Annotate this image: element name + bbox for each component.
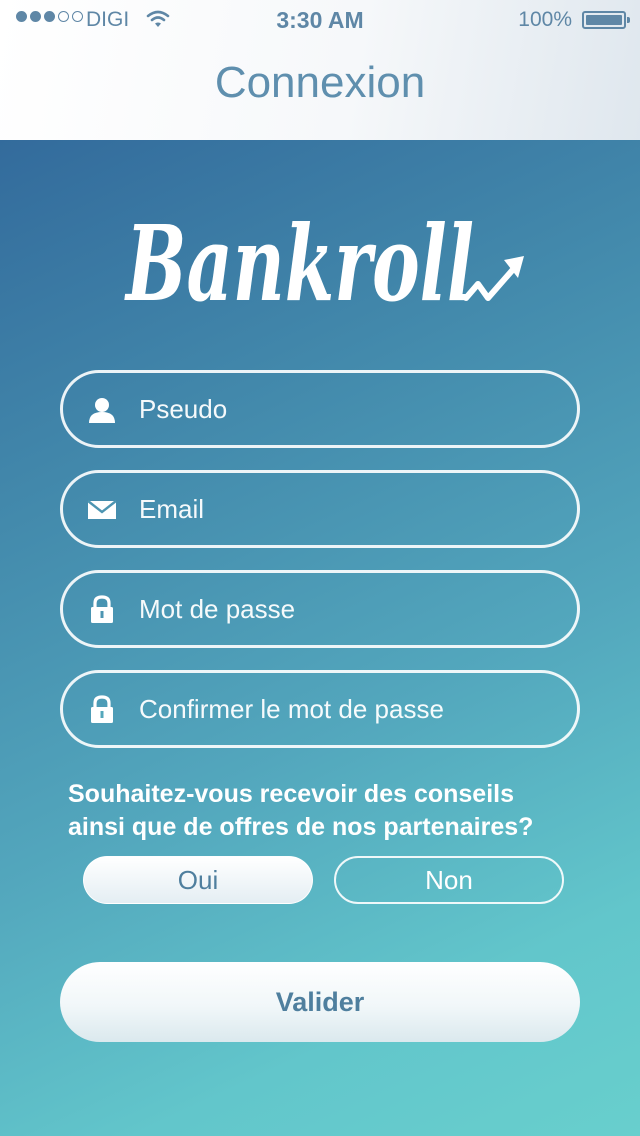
yes-option-button[interactable]: Oui <box>83 856 313 904</box>
status-bar: DIGI 3:30 AM 100% <box>0 0 640 40</box>
header-bar: DIGI 3:30 AM 100% Connexion <box>0 0 640 140</box>
email-field[interactable] <box>60 470 580 548</box>
no-option-button[interactable]: Non <box>334 856 564 904</box>
email-input[interactable] <box>139 473 559 545</box>
bankroll-logo: Bankroll <box>124 202 524 325</box>
page-title: Connexion <box>214 58 426 107</box>
question-line-1: Souhaitez-vous recevoir des conseils <box>68 780 514 808</box>
question-line-2: ainsi que de offres de nos partenaires? <box>68 813 534 841</box>
battery-percentage: 100% <box>518 8 572 31</box>
battery-icon <box>582 11 630 29</box>
password-input[interactable] <box>139 573 559 645</box>
login-form-area: Bankroll Pseudo Email Souhaitez-vous rec… <box>0 140 640 1136</box>
lock-icon <box>91 595 113 623</box>
user-icon <box>89 398 115 423</box>
mail-icon <box>87 500 117 519</box>
newsletter-question: Souhaitez-vous recevoir des conseils ain… <box>68 778 628 844</box>
trend-arrow-icon <box>463 256 524 301</box>
password-field[interactable] <box>60 570 580 648</box>
username-field[interactable] <box>60 370 580 448</box>
confirm-password-field[interactable] <box>60 670 580 748</box>
confirm-password-input[interactable] <box>139 673 559 745</box>
submit-button[interactable]: Valider <box>60 962 580 1042</box>
login-screen: DIGI 3:30 AM 100% Connexion Bankroll Pse… <box>0 0 640 1136</box>
username-input[interactable] <box>139 373 559 445</box>
logo-text: Bankroll <box>124 202 474 325</box>
lock-icon <box>91 695 113 723</box>
